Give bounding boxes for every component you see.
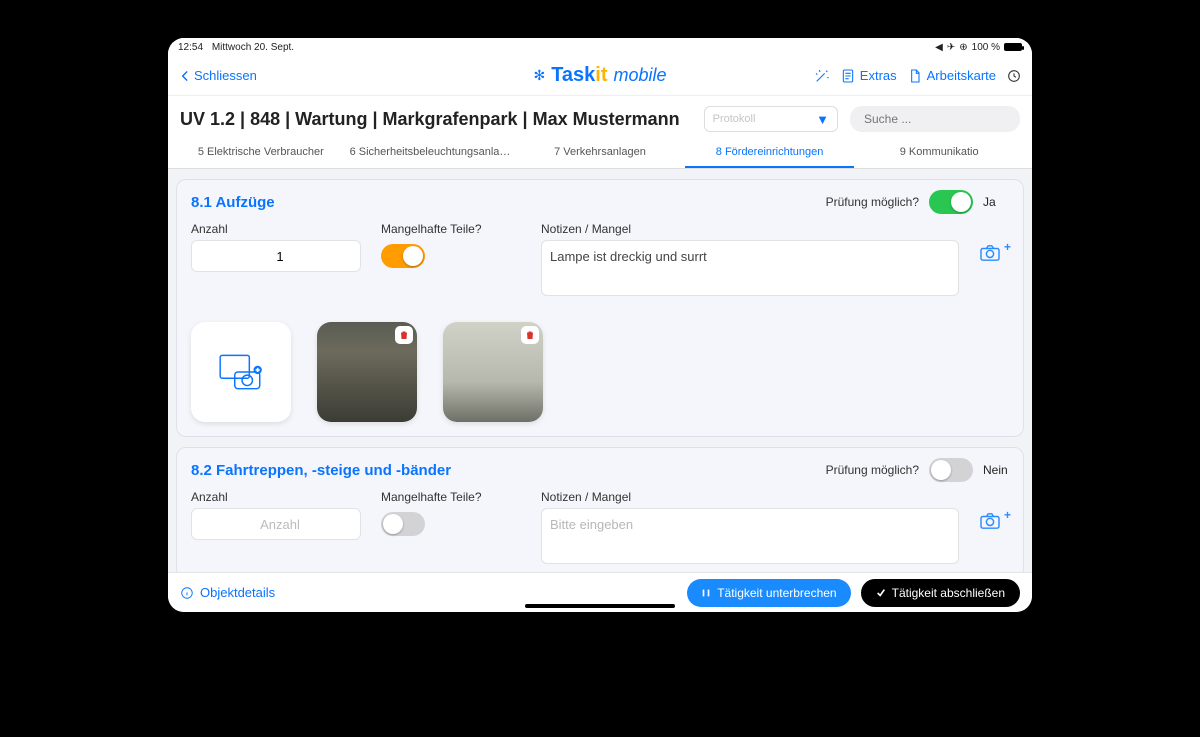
content-scroll[interactable]: 8.1 Aufzüge Prüfung möglich? Ja Anzahl M… [168, 169, 1032, 572]
status-time: 12:54 [178, 42, 203, 53]
photo-thumbnail-1[interactable] [317, 322, 417, 422]
objektdetails-button[interactable]: Objektdetails [180, 585, 275, 600]
pruefung-toggle[interactable] [929, 190, 973, 214]
tab-7[interactable]: 7 Verkehrsanlagen [515, 138, 685, 168]
trash-icon [398, 329, 410, 341]
tab-9[interactable]: 9 Kommunikatio [854, 138, 1024, 168]
extras-button[interactable]: Extras [840, 68, 897, 84]
mangelhafte-label: Mangelhafte Teile? [381, 222, 521, 236]
pause-icon [701, 588, 711, 598]
back-label: Schliessen [194, 68, 257, 83]
search-field[interactable] [850, 106, 1020, 132]
mangel-toggle[interactable] [381, 244, 425, 268]
anzahl-label: Anzahl [191, 490, 361, 504]
pruefung-label: Prüfung möglich? [826, 463, 919, 477]
arbeitskarte-button[interactable]: Arbeitskarte [907, 68, 996, 84]
app-navbar: Schliessen ✻ Taskit mobile Extras Arbeit… [168, 56, 1032, 96]
pruefung-toggle[interactable] [929, 458, 973, 482]
photo-thumbnail-2[interactable] [443, 322, 543, 422]
breadcrumb: UV 1.2 | 848 | Wartung | Markgrafenpark … [180, 109, 680, 130]
clock-button[interactable] [1006, 68, 1022, 84]
caret-down-icon: ▼ [816, 112, 829, 127]
info-icon [180, 586, 194, 600]
plus-icon: + [1004, 508, 1011, 522]
notizen-label: Notizen / Mangel [541, 490, 1009, 504]
mangel-toggle[interactable] [381, 512, 425, 536]
anzahl-input[interactable] [192, 249, 361, 264]
check-icon [876, 588, 886, 598]
battery-pct: 100 % [972, 42, 1000, 53]
section-8-2: 8.2 Fahrtreppen, -steige und -bänder Prü… [176, 447, 1024, 572]
breadcrumb-row: UV 1.2 | 848 | Wartung | Markgrafenpark … [168, 96, 1032, 138]
anzahl-label: Anzahl [191, 222, 361, 236]
plus-icon: + [1004, 240, 1011, 254]
finish-button[interactable]: Tätigkeit abschließen [861, 579, 1020, 607]
pruefung-state: Nein [983, 463, 1009, 477]
notes-input[interactable] [541, 508, 959, 564]
tabs: 5 Elektrische Verbraucher 6 Sicherheitsb… [168, 138, 1032, 169]
photo-gallery [191, 322, 1009, 422]
tab-5[interactable]: 5 Elektrische Verbraucher [176, 138, 346, 168]
notizen-label: Notizen / Mangel [541, 222, 1009, 236]
section-8-1: 8.1 Aufzüge Prüfung möglich? Ja Anzahl M… [176, 179, 1024, 437]
add-photo-button[interactable]: + [979, 512, 1009, 535]
pause-button[interactable]: Tätigkeit unterbrechen [687, 579, 850, 607]
add-gallery-photo[interactable] [191, 322, 291, 422]
location-icon: ◀ [935, 42, 943, 53]
anzahl-stepper: − + [191, 240, 361, 272]
logo-mark-icon: ✻ [533, 67, 545, 84]
trash-icon [524, 329, 536, 341]
section-title: 8.2 Fahrtreppen, -steige und -bänder [191, 462, 451, 479]
pruefung-state: Ja [983, 195, 1009, 209]
app-logo: ✻ Taskit mobile [533, 64, 666, 87]
home-indicator[interactable] [525, 604, 675, 608]
back-button[interactable]: Schliessen [178, 68, 257, 83]
pruefung-label: Prüfung möglich? [826, 195, 919, 209]
magic-wand-button[interactable] [814, 68, 830, 84]
status-date: Mittwoch 20. Sept. [212, 42, 294, 53]
battery-icon [1004, 43, 1022, 51]
tab-6[interactable]: 6 Sicherheitsbeleuchtungsanlagen [346, 138, 516, 168]
anzahl-input[interactable] [192, 517, 361, 532]
search-input[interactable] [864, 112, 1019, 126]
add-photo-button[interactable]: + [979, 244, 1009, 267]
mangelhafte-label: Mangelhafte Teile? [381, 490, 521, 504]
clock-alt-icon: ⊕ [959, 42, 967, 53]
delete-photo-button[interactable] [521, 326, 539, 344]
status-bar: 12:54 Mittwoch 20. Sept. ◀ ✈ ⊕ 100 % [168, 38, 1032, 56]
section-title: 8.1 Aufzüge [191, 194, 275, 211]
plane-icon: ✈ [947, 42, 955, 53]
delete-photo-button[interactable] [395, 326, 413, 344]
notes-input[interactable] [541, 240, 959, 296]
anzahl-stepper: − + [191, 508, 361, 540]
tab-8[interactable]: 8 Fördereinrichtungen [685, 138, 855, 168]
protokoll-select[interactable]: Protokoll ▼ [704, 106, 838, 132]
